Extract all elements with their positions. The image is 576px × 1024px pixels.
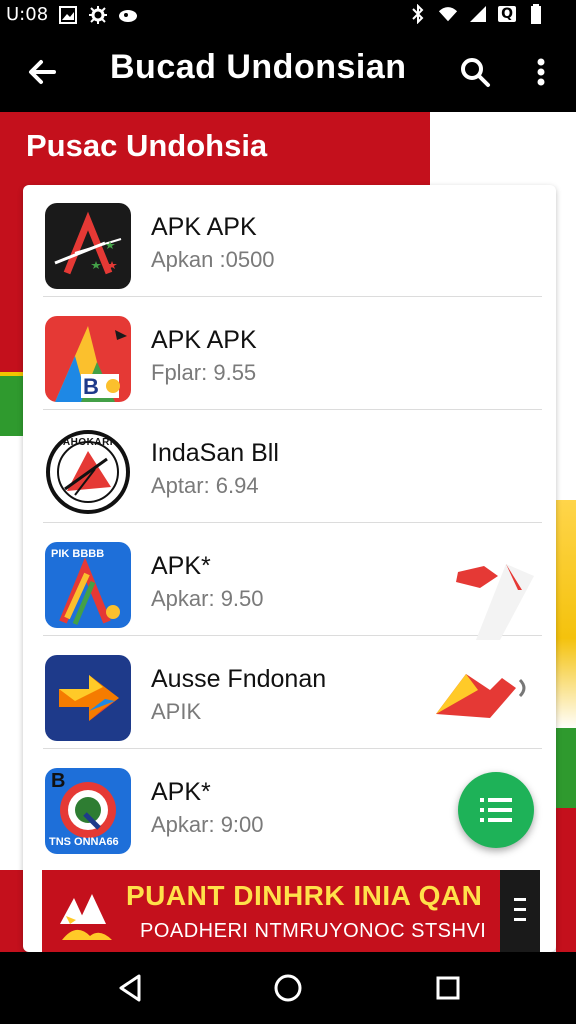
right-stripe-red bbox=[556, 808, 576, 953]
right-stripe-yellow bbox=[556, 500, 576, 730]
app-name: IndaSan Bll bbox=[151, 439, 279, 467]
list-icon bbox=[480, 798, 512, 822]
app-list-item[interactable]: B APK APK Fplar: 9.55 bbox=[23, 298, 556, 410]
cloud-notification-icon bbox=[118, 5, 138, 25]
triangle-back-icon bbox=[119, 974, 141, 1002]
battery-icon bbox=[526, 4, 546, 24]
row-divider bbox=[43, 748, 542, 749]
square-recents-icon bbox=[436, 976, 460, 1000]
top-app-bar: Bucad Undonsian bbox=[0, 30, 576, 112]
app-icon-ring-text: AHOKARI bbox=[62, 437, 114, 448]
search-icon bbox=[461, 58, 490, 87]
image-notification-icon bbox=[58, 5, 78, 25]
app-list-item[interactable]: APK APK Apkan :0500 bbox=[23, 185, 556, 297]
system-nav-bar bbox=[0, 952, 576, 1024]
arrow-left-icon bbox=[29, 60, 56, 84]
app-icon-2: B bbox=[45, 316, 131, 402]
promo-banner[interactable]: PUANT DINHRK INIA QAN POADHERI NTMRUYONO… bbox=[42, 870, 540, 952]
row-divider bbox=[43, 296, 542, 297]
toolbar-title: Bucad Undonsian bbox=[110, 48, 407, 86]
app-icon-1 bbox=[45, 203, 131, 289]
app-name: APK APK bbox=[151, 213, 257, 241]
row-divider bbox=[43, 522, 542, 523]
app-name: Ausse Fndonan bbox=[151, 665, 327, 693]
app-subtitle: Apkar: 9:00 bbox=[151, 812, 264, 837]
app-name: APK APK bbox=[151, 326, 257, 354]
wifi-icon bbox=[438, 4, 458, 24]
app-name: APK* bbox=[151, 552, 211, 580]
app-icon-bottom-text: TNS ONNA66 bbox=[49, 836, 119, 848]
status-bar: U:08 Q bbox=[0, 0, 576, 30]
decorative-arrow-shape bbox=[432, 660, 536, 724]
more-options-button[interactable] bbox=[524, 52, 558, 92]
app-subtitle: APIK bbox=[151, 699, 202, 724]
banner-side-panel bbox=[500, 870, 540, 952]
list-fab-button[interactable] bbox=[458, 772, 534, 848]
app-subtitle: Fplar: 9.55 bbox=[151, 360, 257, 385]
app-icon-top-text: PIK BBBB bbox=[51, 548, 105, 560]
app-list-item[interactable]: AHOKARI IndaSan Bll Aptar: 6.94 bbox=[23, 411, 556, 523]
bluetooth-icon bbox=[408, 4, 428, 24]
nav-home-button[interactable] bbox=[270, 970, 306, 1006]
app-subtitle: Apkar: 9.50 bbox=[151, 586, 264, 611]
nav-recents-button[interactable] bbox=[430, 970, 466, 1006]
app-subtitle: Aptar: 6.94 bbox=[151, 473, 259, 498]
app-icon-5 bbox=[45, 655, 131, 741]
row-divider bbox=[43, 409, 542, 410]
banner-menu-icon bbox=[514, 898, 526, 921]
decorative-flag-shape bbox=[440, 560, 540, 640]
section-title: Pusac Undohsia bbox=[26, 128, 268, 163]
circle-home-icon bbox=[274, 974, 302, 1002]
nav-back-button[interactable] bbox=[113, 970, 149, 1006]
status-time: U:08 bbox=[6, 4, 49, 25]
app-icon-3: AHOKARI bbox=[45, 429, 131, 515]
svg-text:B: B bbox=[83, 374, 99, 399]
app-icon-4: PIK BBBB bbox=[45, 542, 131, 628]
search-button[interactable] bbox=[455, 52, 495, 92]
app-name: APK* bbox=[151, 778, 211, 806]
app-icon-6: B TNS ONNA66 bbox=[45, 768, 131, 854]
banner-logo bbox=[56, 880, 118, 940]
banner-subline: POADHERI NTMRUYONOC STSHVI bbox=[140, 920, 487, 942]
right-stripe-green bbox=[556, 728, 576, 808]
back-button[interactable] bbox=[22, 52, 62, 92]
more-vert-icon bbox=[537, 58, 545, 86]
settings-notification-icon bbox=[88, 5, 108, 25]
signal-icon bbox=[468, 4, 488, 24]
battery-badge: Q bbox=[498, 6, 516, 22]
banner-headline: PUANT DINHRK INIA QAN bbox=[126, 880, 483, 911]
app-icon-top-text: B bbox=[51, 770, 66, 792]
app-subtitle: Apkan :0500 bbox=[151, 247, 275, 272]
